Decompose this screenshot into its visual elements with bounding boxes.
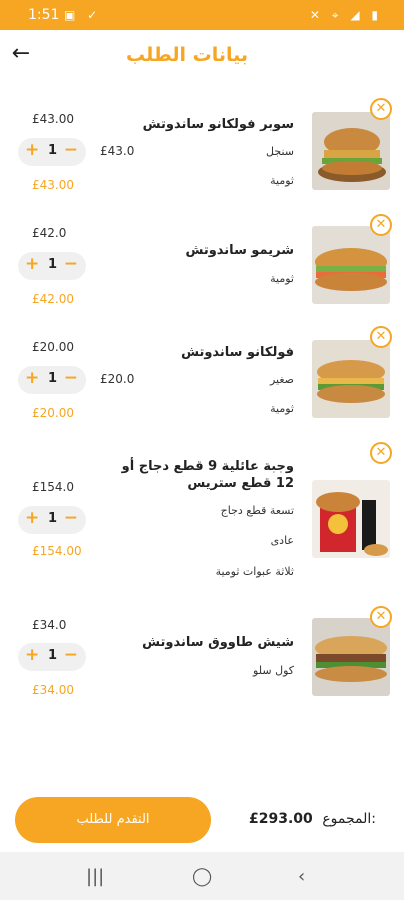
line-price: £43.0 [100,144,135,158]
remove-item-icon[interactable]: ✕ [370,326,392,348]
unit-price: £43.00 [32,112,74,126]
item-name: وجبة عائلية 9 قطع دجاج أو 12 قطع ستريس [121,459,294,491]
quantity-stepper: + 1 − [18,643,86,671]
quantity-stepper: + 1 − [18,366,86,394]
back-arrow-icon[interactable]: ← [8,40,34,68]
decrease-button[interactable]: − [64,368,78,388]
item-name: شيش طاووق ساندوتش [142,635,294,650]
unit-price: £20.00 [32,340,74,354]
quantity-stepper: + 1 − [18,138,86,166]
remove-item-icon[interactable]: ✕ [370,606,392,628]
food-image [312,226,390,304]
increase-button[interactable]: + [25,368,39,388]
increase-button[interactable]: + [25,254,39,274]
back-nav-icon[interactable]: ‹ [298,866,305,887]
item-total: £20.00 [32,406,74,420]
unit-price: £42.0 [32,226,67,240]
order-total-value: £293.00 [249,811,313,827]
remove-item-icon[interactable]: ✕ [370,214,392,236]
line-price: £20.0 [100,372,135,386]
checkout-button[interactable]: التقدم للطلب [15,797,211,843]
item-option: كول سلو [253,664,294,677]
status-bar: 1:51 ▣ ✓ ✕ ⌖ ◢ ▮ [0,0,404,30]
status-time: 1:51 [28,7,60,23]
increase-button[interactable]: + [25,508,39,528]
recent-apps-icon[interactable]: ||| [86,866,104,887]
item-option: ثومية [270,272,294,285]
item-total: £34.00 [32,683,74,697]
food-image [312,480,390,558]
quantity-value: 1 [48,143,58,158]
page-title: بيانات الطلب [125,44,248,66]
item-option: ثومية [270,174,294,187]
item-option: ثومية [270,402,294,415]
quantity-value: 1 [48,511,58,526]
unit-price: £154.0 [32,480,74,494]
item-total: £154.00 [32,544,82,558]
decrease-button[interactable]: − [64,508,78,528]
food-image [312,618,390,696]
app-header: ← بيانات الطلب [0,30,404,82]
item-option: ثلاثة عبوات ثومية [215,565,294,578]
quantity-stepper: + 1 − [18,252,86,280]
decrease-button[interactable]: − [64,254,78,274]
item-total: £42.00 [32,292,74,306]
unit-price: £34.0 [32,618,67,632]
item-option: عادى [270,534,294,547]
quantity-value: 1 [48,648,58,663]
decrease-button[interactable]: − [64,140,78,160]
item-total: £43.00 [32,178,74,192]
item-name: فولكانو ساندوتش [181,345,294,360]
decrease-button[interactable]: − [64,645,78,665]
item-option: تسعة قطع دجاج [220,504,294,517]
order-total-label: المجموع: [322,811,376,827]
system-icons: ✕ ⌖ ◢ ▮ [309,8,382,22]
item-name: شريمو ساندوتش [185,243,294,258]
notification-icons: ▣ ✓ [64,8,102,22]
increase-button[interactable]: + [25,140,39,160]
food-image [312,112,390,190]
home-icon[interactable]: ◯ [192,866,212,887]
quantity-value: 1 [48,371,58,386]
item-name: سوبر فولكانو ساندوتش [142,117,294,132]
quantity-stepper: + 1 − [18,506,86,534]
food-image [312,340,390,418]
remove-item-icon[interactable]: ✕ [370,98,392,120]
item-option: صغير [269,373,294,386]
system-nav-bar: ||| ◯ ‹ [0,852,404,900]
increase-button[interactable]: + [25,645,39,665]
quantity-value: 1 [48,257,58,272]
item-option: سنجل [266,145,294,158]
remove-item-icon[interactable]: ✕ [370,442,392,464]
